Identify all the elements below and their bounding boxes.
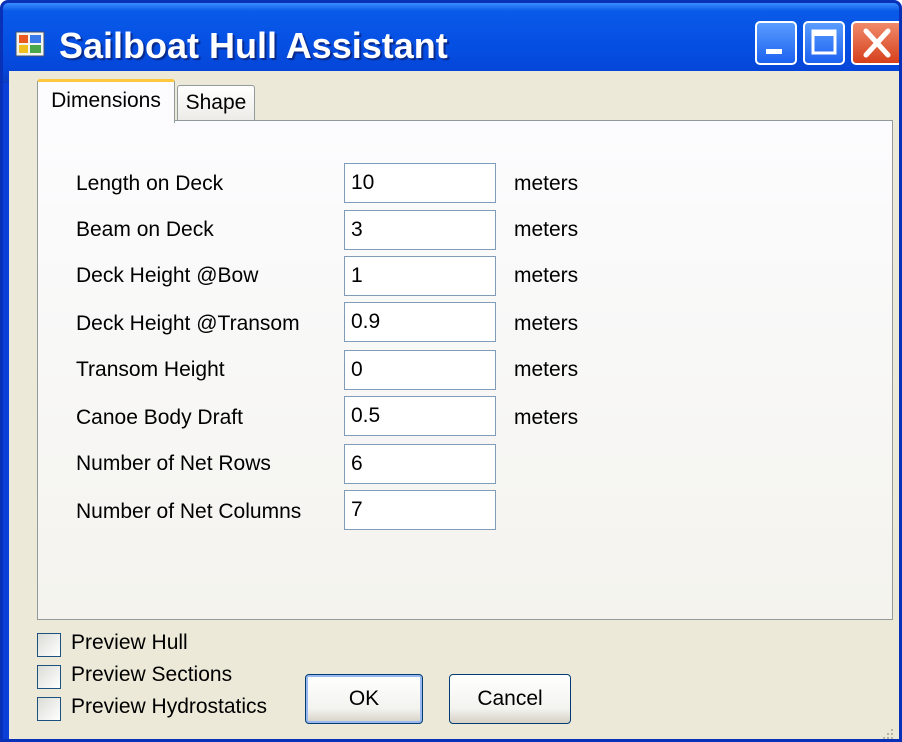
canoe-body-draft-label: Canoe Body Draft [76, 406, 243, 429]
deck-height-bow-label: Deck Height @Bow [76, 264, 259, 287]
minimize-button[interactable] [755, 21, 797, 65]
beam-on-deck-unit: meters [514, 218, 579, 241]
deck-height-bow-unit: meters [514, 264, 579, 287]
preview-hull-label: Preview Hull [71, 631, 188, 654]
preview-sections-checkbox[interactable] [37, 665, 61, 689]
transom-height-unit: meters [514, 358, 579, 381]
transom-height-input[interactable] [344, 350, 496, 390]
net-columns-label: Number of Net Columns [76, 500, 302, 523]
tab-shape[interactable]: Shape [177, 85, 255, 121]
preview-hull-checkbox[interactable] [37, 633, 61, 657]
net-rows-label: Number of Net Rows [76, 452, 271, 475]
preview-hydrostatics-checkbox[interactable] [37, 697, 61, 721]
dimensions-tab-panel: Length on Deck meters Beam on Deck meter… [37, 120, 893, 620]
ok-button[interactable]: OK [305, 674, 423, 724]
cancel-button[interactable]: Cancel [449, 674, 571, 724]
canoe-body-draft-unit: meters [514, 406, 579, 429]
close-button[interactable] [851, 21, 899, 65]
deck-height-transom-input[interactable] [344, 302, 496, 342]
close-icon [863, 28, 891, 58]
preview-hydrostatics-label: Preview Hydrostatics [71, 695, 268, 718]
tab-dimensions-label: Dimensions [51, 89, 161, 112]
net-columns-input[interactable] [344, 490, 496, 530]
canoe-body-draft-input[interactable] [344, 396, 496, 436]
window-title: Sailboat Hull Assistant [59, 25, 448, 66]
length-on-deck-label: Length on Deck [76, 172, 224, 195]
maximize-button[interactable] [803, 21, 845, 65]
beam-on-deck-input[interactable] [344, 210, 496, 250]
dialog-body: Dimensions Shape Length on Deck meters B… [9, 71, 899, 741]
length-on-deck-input[interactable] [344, 163, 496, 203]
dialog-window: Sailboat Hull Assistant Dimensions Shape [0, 0, 902, 742]
transom-height-label: Transom Height [76, 358, 225, 381]
deck-height-bow-input[interactable] [344, 256, 496, 296]
preview-sections-label: Preview Sections [71, 663, 233, 686]
length-on-deck-unit: meters [514, 172, 579, 195]
app-icon [15, 31, 45, 57]
deck-height-transom-unit: meters [514, 312, 579, 335]
maximize-icon [811, 29, 837, 55]
tab-dimensions[interactable]: Dimensions [37, 79, 175, 123]
deck-height-transom-label: Deck Height @Transom [76, 312, 300, 335]
net-rows-input[interactable] [344, 444, 496, 484]
minimize-icon [766, 49, 782, 54]
tab-shape-label: Shape [185, 91, 247, 114]
resize-grip-icon[interactable] [881, 727, 895, 741]
beam-on-deck-label: Beam on Deck [76, 218, 214, 241]
